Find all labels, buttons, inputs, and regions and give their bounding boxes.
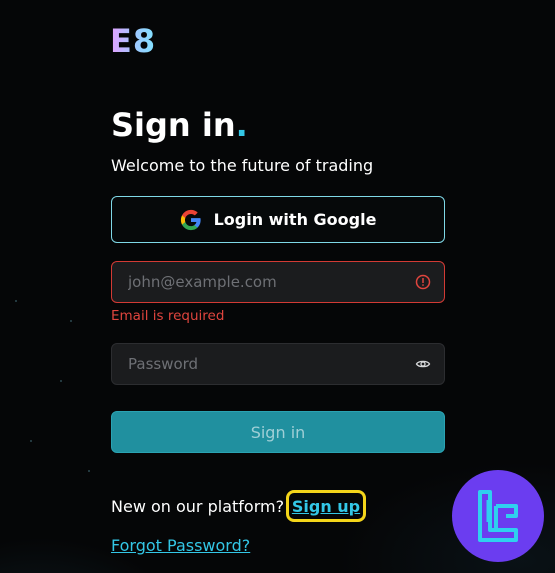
page-subtitle: Welcome to the future of trading xyxy=(111,156,374,175)
page-title: Sign in. xyxy=(111,106,248,144)
google-icon xyxy=(180,209,201,230)
email-error-message: Email is required xyxy=(111,308,225,324)
new-user-prompt: New on our platform? xyxy=(111,497,285,516)
page-title-accent: . xyxy=(235,106,248,144)
background-dot xyxy=(70,320,72,322)
login-with-google-label: Login with Google xyxy=(213,210,377,229)
background-dot xyxy=(15,300,17,302)
email-field-container xyxy=(111,261,445,303)
sign-up-link[interactable]: Sign up xyxy=(286,490,366,522)
background-dot xyxy=(60,380,62,382)
page-title-text: Sign in xyxy=(111,106,236,144)
forgot-password-link[interactable]: Forgot Password? xyxy=(111,536,250,555)
background-dot xyxy=(30,440,32,442)
password-input[interactable] xyxy=(112,344,414,384)
background-dot xyxy=(88,470,90,472)
error-circle-icon xyxy=(414,273,432,291)
watermark-badge xyxy=(452,470,544,562)
brand-logo[interactable]: E8 xyxy=(110,22,156,60)
email-input[interactable] xyxy=(112,262,414,302)
login-with-google-button[interactable]: Login with Google xyxy=(111,196,445,243)
password-field-container xyxy=(111,343,445,385)
eye-icon[interactable] xyxy=(414,355,432,373)
sign-in-button[interactable]: Sign in xyxy=(111,411,445,453)
tl-logo-icon xyxy=(478,490,518,542)
